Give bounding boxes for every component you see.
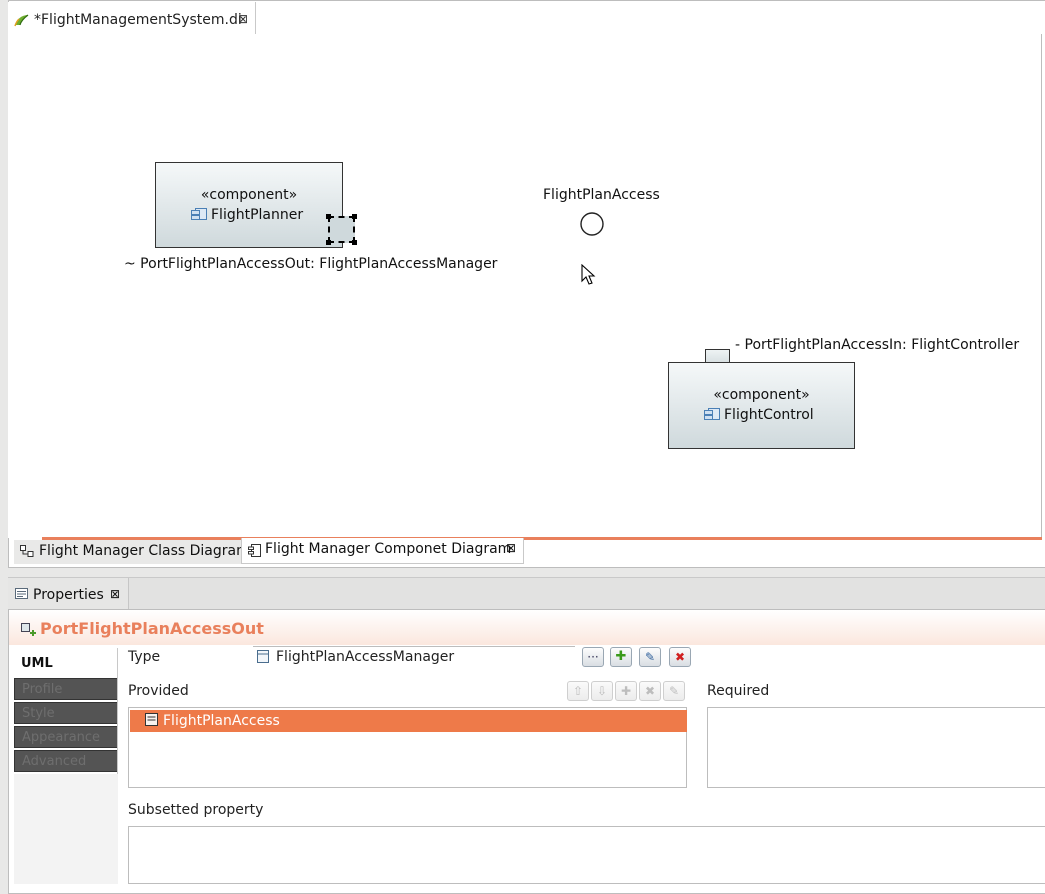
selection-handle[interactable]	[326, 214, 331, 219]
port-flight-plan-access-out[interactable]	[328, 216, 355, 243]
required-list[interactable]	[707, 707, 1045, 788]
tab-class-diagram[interactable]: Flight Manager Class Diagram	[14, 540, 250, 564]
component-name: FlightControl	[704, 407, 814, 423]
edit-type-button[interactable]: ✎	[639, 647, 661, 667]
properties-tab-label: Properties	[33, 587, 104, 603]
component-name: FlightPlanner	[191, 207, 303, 223]
mouse-cursor-icon	[581, 264, 596, 285]
side-tabs-filler	[14, 774, 118, 884]
side-tab-appearance[interactable]: Appearance	[14, 726, 118, 748]
add-provided-button[interactable]: ✚	[615, 681, 637, 701]
component-flight-planner[interactable]: «component» FlightPlanner	[155, 162, 343, 248]
provided-list[interactable]: FlightPlanAccess	[128, 707, 687, 788]
browse-type-button[interactable]: ···	[582, 647, 604, 667]
papyrus-icon	[14, 14, 29, 27]
subsetted-property-label: Subsetted property	[128, 802, 264, 818]
properties-icon	[15, 588, 28, 599]
tab-component-diagram[interactable]: Flight Manager Componet Diagram ⊠	[241, 538, 524, 564]
close-icon[interactable]: ⊠	[238, 12, 248, 26]
port-icon	[21, 623, 36, 636]
interface-circle[interactable]	[578, 211, 606, 239]
side-tab-style[interactable]: Style	[14, 702, 118, 724]
port-in-label[interactable]: - PortFlightPlanAccessIn: FlightControll…	[735, 337, 1019, 353]
selection-handle[interactable]	[352, 214, 357, 219]
component-icon	[704, 408, 720, 420]
diagram-canvas[interactable]	[8, 34, 1042, 538]
selected-element-title: PortFlightPlanAccessOut	[40, 619, 264, 638]
edit-provided-button[interactable]: ✎	[663, 681, 685, 701]
side-tab-advanced[interactable]: Advanced	[14, 750, 118, 772]
type-label: Type	[128, 649, 161, 665]
side-tab-profile[interactable]: Profile	[14, 678, 118, 700]
list-item[interactable]: FlightPlanAccess	[130, 710, 687, 732]
side-tab-uml[interactable]: UML	[14, 653, 118, 677]
tab-component-diagram-label: Flight Manager Componet Diagram	[265, 541, 512, 557]
component-stereotype: «component»	[713, 387, 810, 403]
properties-tab[interactable]: Properties ⊠	[8, 578, 129, 610]
port-out-label[interactable]: ~ PortFlightPlanAccessOut: FlightPlanAcc…	[124, 256, 497, 272]
canvas-border	[1041, 34, 1042, 539]
component-stereotype: «component»	[200, 187, 298, 203]
editor-tab[interactable]: *FlightManagementSystem.di ⊠	[8, 2, 256, 34]
move-down-button[interactable]: ⇩	[591, 681, 613, 701]
tab-class-diagram-label: Flight Manager Class Diagram	[39, 543, 250, 559]
component-flight-control[interactable]: «component» FlightControl	[668, 362, 855, 449]
component-icon	[191, 208, 207, 220]
selection-handle[interactable]	[326, 240, 331, 245]
type-field[interactable]: FlightPlanAccessManager	[253, 646, 575, 668]
close-icon[interactable]: ⊠	[506, 541, 516, 555]
interface-item-icon	[145, 713, 158, 726]
subsetted-property-list[interactable]	[128, 826, 1045, 884]
add-type-button[interactable]: ✚	[610, 647, 632, 667]
interface-type-icon	[257, 650, 269, 663]
properties-header: PortFlightPlanAccessOut	[9, 610, 1045, 645]
properties-tabbar	[8, 577, 1045, 609]
class-diagram-icon	[20, 545, 34, 557]
required-label: Required	[707, 683, 770, 699]
interface-label[interactable]: FlightPlanAccess	[543, 187, 660, 203]
close-icon[interactable]: ⊠	[110, 587, 120, 601]
provided-label: Provided	[128, 683, 189, 699]
delete-provided-button[interactable]: ✖	[639, 681, 661, 701]
delete-type-button[interactable]: ✖	[669, 647, 691, 667]
editor-tab-title: *FlightManagementSystem.di	[34, 12, 242, 28]
provided-item-label: FlightPlanAccess	[163, 713, 280, 729]
selection-handle[interactable]	[352, 240, 357, 245]
component-diagram-icon	[248, 544, 261, 557]
move-up-button[interactable]: ⇧	[567, 681, 589, 701]
type-value: FlightPlanAccessManager	[276, 649, 455, 665]
